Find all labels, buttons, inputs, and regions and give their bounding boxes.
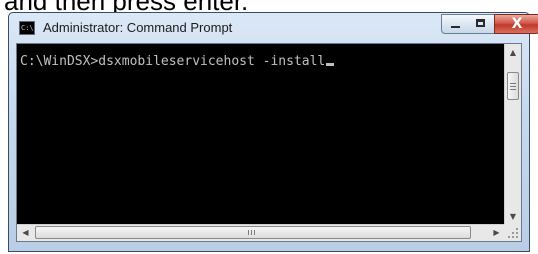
close-icon: X [511,16,523,32]
vertical-scroll-thumb[interactable] [507,72,519,100]
minimize-icon [451,26,460,28]
text-cursor [326,63,335,66]
maximize-button[interactable] [468,14,495,34]
resize-grip-icon[interactable] [504,224,521,241]
scroll-right-button[interactable]: ▶ [488,225,505,241]
scroll-up-button[interactable]: ▲ [505,44,521,61]
console-area[interactable]: C:\WinDSX>dsxmobileservicehost -install … [16,43,522,242]
window-title: Administrator: Command Prompt [43,20,233,35]
maximize-icon [476,19,485,27]
console-prompt: C:\WinDSX> [20,54,99,69]
minimize-button[interactable] [441,14,469,34]
horizontal-scrollbar[interactable]: ◀ ▶ [17,224,505,241]
vertical-scrollbar[interactable]: ▲ ▼ [504,44,521,225]
console-command: dsxmobileservicehost -install [98,54,326,69]
horizontal-scroll-thumb[interactable] [35,226,471,239]
cmd-icon[interactable]: C:\ [19,21,35,35]
close-button[interactable]: X [494,14,538,34]
title-bar[interactable]: C:\ Administrator: Command Prompt X [9,13,538,43]
console-output[interactable]: C:\WinDSX>dsxmobileservicehost -install [17,44,505,225]
scroll-down-button[interactable]: ▼ [505,208,521,225]
command-prompt-window: C:\ Administrator: Command Prompt X C:\W… [8,12,538,252]
scroll-left-button[interactable]: ◀ [17,225,34,241]
